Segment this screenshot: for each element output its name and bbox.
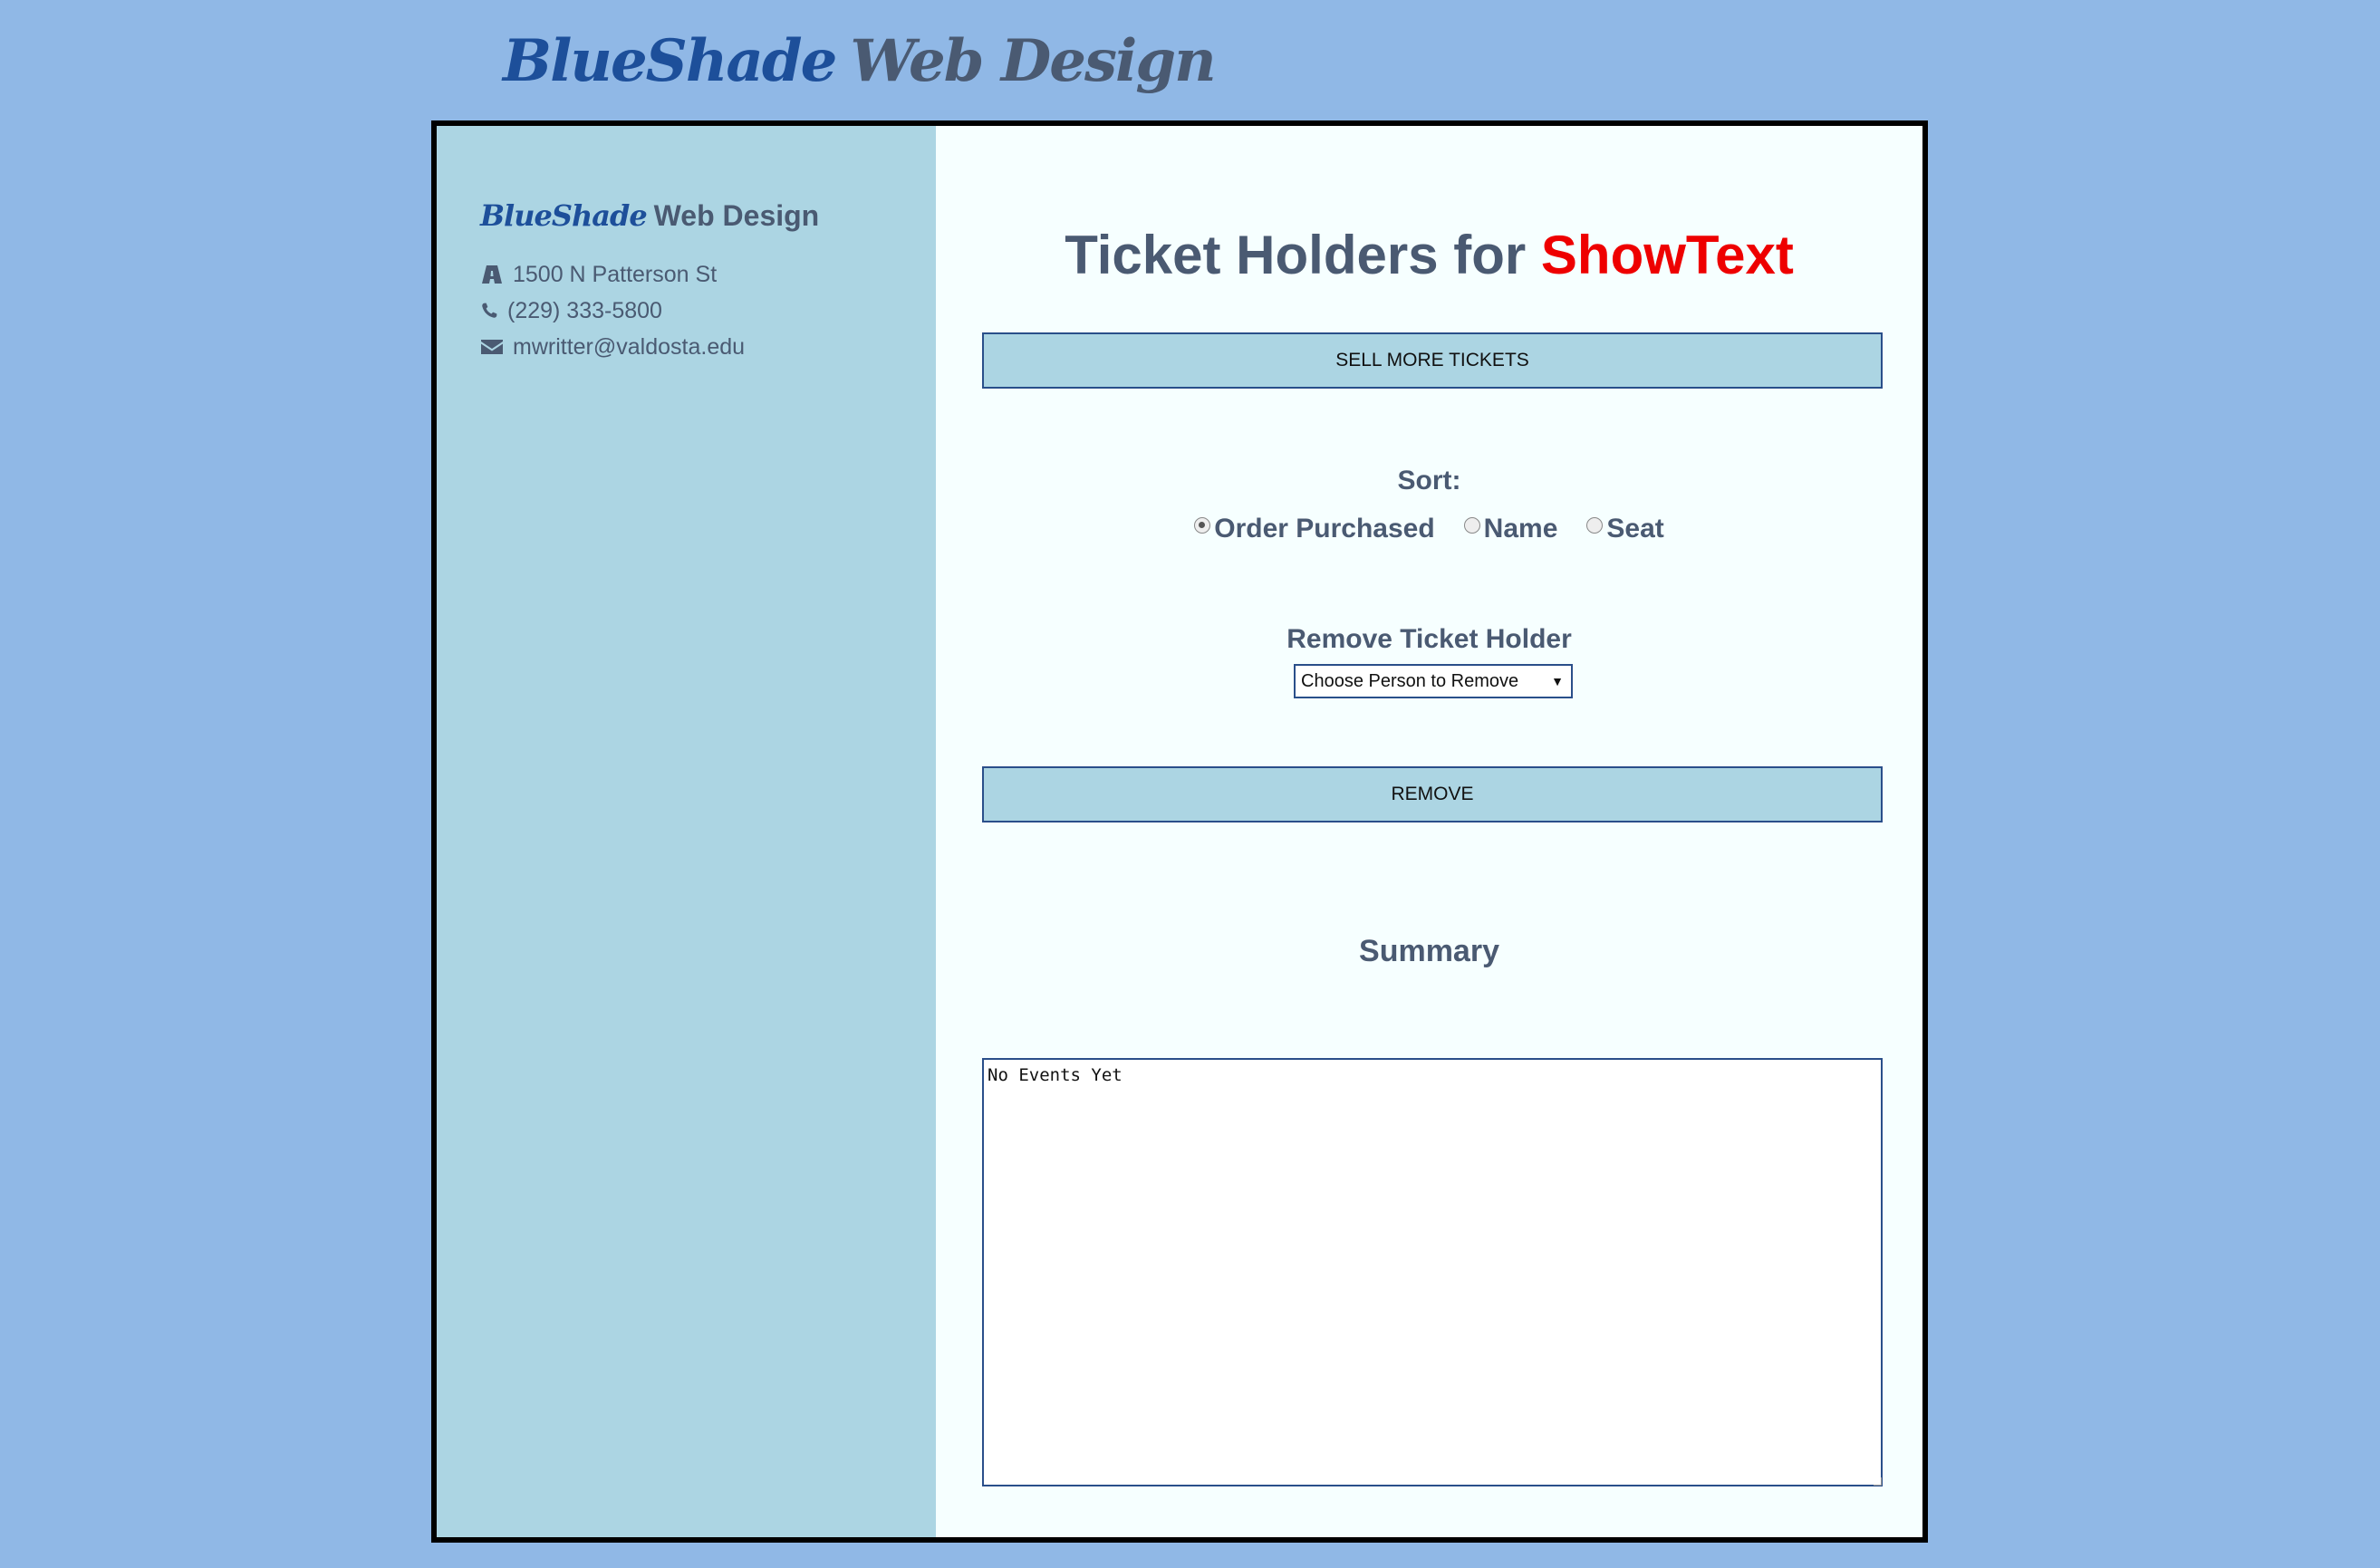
remove-person-select-value: Choose Person to Remove [1301,670,1519,691]
summary-textarea[interactable]: No Events Yet [982,1058,1883,1486]
radio-button-order-purchased[interactable] [1194,517,1211,534]
logo-brand-web-design: Web Design [850,26,1216,95]
sort-option-seat[interactable]: Seat [1586,514,1664,544]
phone-text: (229) 333-5800 [507,297,662,323]
chevron-down-icon: ▼ [1551,674,1564,688]
road-icon [482,265,502,284]
remove-button[interactable]: REMOVE [982,766,1883,822]
sell-more-tickets-button[interactable]: SELL MORE TICKETS [982,332,1883,389]
remove-person-select[interactable]: Choose Person to Remove ▼ [1294,664,1573,698]
logo-brand-blueshade: BlueShade [503,26,837,95]
sort-radio-group: Order Purchased Name Seat [936,514,1922,544]
main-content: Ticket Holders for ShowText SELL MORE TI… [936,126,1922,1537]
site-header-logo: BlueShade Web Design [503,11,1217,111]
envelope-icon [481,340,503,354]
summary-heading: Summary [1359,934,1499,968]
phone-icon [482,303,497,318]
sort-option-order-purchased[interactable]: Order Purchased [1194,514,1435,544]
sort-option-name[interactable]: Name [1463,514,1558,544]
address-text: 1500 N Patterson St [513,261,718,287]
contact-email: mwritter@valdosta.edu [480,329,936,365]
email-text[interactable]: mwritter@valdosta.edu [513,334,745,361]
sidebar-brand-blueshade: BlueShade [480,198,648,233]
remove-ticket-holder-label: Remove Ticket Holder [1286,624,1572,654]
contact-phone: (229) 333-5800 [480,293,936,329]
page-title-prefix: Ticket Holders for [1065,225,1527,285]
sort-option-label: Name [1483,514,1558,544]
page-frame: BlueShade Web Design 1500 N Patterson St… [431,120,1928,1543]
page-title-show-name: ShowText [1540,225,1794,285]
sidebar: BlueShade Web Design 1500 N Patterson St… [437,126,936,1537]
contact-address: 1500 N Patterson St [480,256,936,293]
radio-button-name[interactable] [1463,517,1480,534]
sidebar-brand: BlueShade Web Design [480,198,936,233]
page-title: Ticket Holders for ShowText [936,224,1922,286]
sort-option-label: Seat [1606,514,1664,544]
radio-button-seat[interactable] [1586,517,1604,534]
sort-label: Sort: [1397,466,1461,495]
sort-option-label: Order Purchased [1214,514,1435,544]
sidebar-brand-web-design: Web Design [653,199,820,232]
